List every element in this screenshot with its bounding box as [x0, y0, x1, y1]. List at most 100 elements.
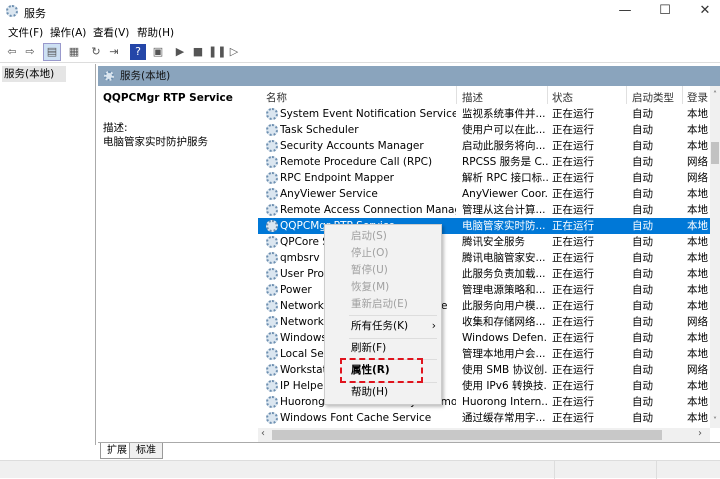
- service-gear-icon: [266, 396, 278, 408]
- tree-pane: 服务(本地): [0, 64, 96, 445]
- service-logon: 本地: [687, 300, 708, 312]
- service-gear-icon: [266, 300, 278, 312]
- service-description: 监视系统事件并...: [462, 108, 546, 120]
- help-icon[interactable]: ?: [130, 44, 146, 60]
- service-status: 正在运行: [552, 348, 594, 360]
- menu-item-pause[interactable]: 暂停(U): [351, 262, 436, 278]
- menu-action[interactable]: 操作(A): [50, 25, 86, 40]
- service-name: Remote Access Connection Manager: [280, 204, 456, 216]
- description-pane: QQPCMgr RTP Service 描述: 电脑管家实时防护服务: [98, 86, 258, 441]
- service-name: AnyViewer Service: [280, 188, 378, 200]
- service-status: 正在运行: [552, 204, 594, 216]
- console-icon[interactable]: ▣: [150, 44, 166, 60]
- menu-item-resume[interactable]: 恢复(M): [351, 279, 436, 295]
- service-gear-icon: [266, 188, 278, 200]
- panel-header: 服务(本地): [98, 66, 720, 86]
- properties-icon[interactable]: ▦: [66, 44, 82, 60]
- service-logon: 本地: [687, 396, 708, 408]
- tab-standard[interactable]: 标准: [129, 443, 163, 459]
- service-name: Remote Procedure Call (RPC): [280, 156, 433, 168]
- menu-bar: 文件(F) 操作(A) 查看(V) 帮助(H): [0, 22, 720, 41]
- menu-item-help[interactable]: 帮助(H): [351, 384, 436, 400]
- service-logon: 本地: [687, 332, 708, 344]
- column-header-name[interactable]: 名称: [266, 90, 287, 105]
- minimize-button[interactable]: —: [610, 2, 640, 20]
- show-tree-icon[interactable]: ▤: [43, 43, 61, 61]
- column-header-description[interactable]: 描述: [462, 90, 483, 105]
- service-description: 管理电源策略和...: [462, 284, 546, 296]
- close-button[interactable]: ✕: [690, 2, 720, 20]
- menu-item-refresh[interactable]: 刷新(F): [351, 340, 436, 356]
- refresh-icon[interactable]: ↻: [88, 44, 104, 60]
- service-status: 正在运行: [552, 380, 594, 392]
- services-gear-icon: [104, 71, 114, 81]
- table-row[interactable]: System Event Notification Service 监视系统事件并…: [258, 106, 710, 122]
- table-row[interactable]: Remote Procedure Call (RPC) RPCSS 服务是 C..…: [258, 154, 710, 170]
- table-row[interactable]: AnyViewer Service AnyViewer Coor... 正在运行 自动…: [258, 186, 710, 202]
- menu-help[interactable]: 帮助(H): [137, 25, 174, 40]
- service-logon: 本地: [687, 220, 708, 232]
- service-description: 使用 SMB 协议创...: [462, 364, 548, 376]
- column-header-logon[interactable]: 登录: [687, 90, 709, 105]
- service-description: RPCSS 服务是 C...: [462, 156, 548, 168]
- service-logon: 本地: [687, 188, 708, 200]
- tree-item-services-local[interactable]: 服务(本地): [2, 66, 66, 82]
- service-status: 正在运行: [552, 156, 594, 168]
- submenu-arrow-icon: ›: [431, 320, 436, 332]
- vertical-scrollbar[interactable]: ˄ ˅: [710, 86, 720, 428]
- service-name: Task Scheduler: [280, 124, 359, 136]
- forward-icon[interactable]: ⇨: [22, 44, 38, 60]
- table-row[interactable]: RPC Endpoint Mapper 解析 RPC 接口标... 正在运行 自动 网络: [258, 170, 710, 186]
- service-gear-icon: [266, 140, 278, 152]
- view-tabs: 扩展 标准: [98, 442, 720, 460]
- table-row[interactable]: Remote Access Connection Manager 管理从这台计算.…: [258, 202, 710, 218]
- service-description: 管理从这台计算...: [462, 204, 546, 216]
- table-row[interactable]: Task Scheduler 使用户可以在此... 正在运行 自动 本地: [258, 122, 710, 138]
- service-gear-icon: [266, 236, 278, 248]
- back-icon[interactable]: ⇦: [4, 44, 20, 60]
- scroll-thumb[interactable]: [272, 430, 662, 440]
- description-label: 描述:: [103, 122, 128, 134]
- menu-file[interactable]: 文件(F): [8, 25, 43, 40]
- service-status: 正在运行: [552, 364, 594, 376]
- status-bar: [0, 460, 720, 479]
- service-status: 正在运行: [552, 140, 594, 152]
- service-gear-icon: [266, 204, 278, 216]
- start-icon[interactable]: ▶: [172, 44, 188, 60]
- menu-view[interactable]: 查看(V): [93, 25, 129, 40]
- menu-item-restart[interactable]: 重新启动(E): [351, 296, 436, 312]
- service-startup-type: 自动: [632, 284, 653, 296]
- menu-item-all-tasks[interactable]: 所有任务(K) ›: [351, 318, 436, 334]
- column-header-status[interactable]: 状态: [552, 90, 573, 105]
- service-startup-type: 自动: [632, 364, 653, 376]
- service-logon: 网络: [687, 156, 708, 168]
- stop-icon[interactable]: ■: [190, 44, 206, 60]
- scroll-thumb[interactable]: [711, 142, 719, 164]
- service-description: 腾讯安全服务: [462, 236, 525, 248]
- service-status: 正在运行: [552, 316, 594, 328]
- service-gear-icon: [266, 124, 278, 136]
- service-status: 正在运行: [552, 252, 594, 264]
- table-row[interactable]: Security Accounts Manager 启动此服务将向... 正在运行 自…: [258, 138, 710, 154]
- service-description: 使用 IPv6 转换技...: [462, 380, 548, 392]
- pause-icon[interactable]: ❚❚: [208, 44, 226, 60]
- service-startup-type: 自动: [632, 172, 653, 184]
- service-startup-type: 自动: [632, 188, 653, 200]
- service-gear-icon: [266, 220, 278, 232]
- column-header-startup-type[interactable]: 启动类型: [632, 90, 674, 105]
- menu-item-stop[interactable]: 停止(O): [351, 245, 436, 261]
- service-logon: 网络: [687, 316, 708, 328]
- export-icon[interactable]: ⇥: [106, 44, 122, 60]
- horizontal-scrollbar[interactable]: ‹ ›: [258, 428, 710, 442]
- service-name: RPC Endpoint Mapper: [280, 172, 394, 184]
- resume-icon[interactable]: ▷: [226, 44, 242, 60]
- service-description: Huorong Intern...: [462, 396, 548, 408]
- service-name: System Event Notification Service: [280, 108, 456, 120]
- service-gear-icon: [266, 316, 278, 328]
- table-row[interactable]: Windows Font Cache Service 通过缓存常用字... 正在运行…: [258, 410, 710, 426]
- menu-item-start[interactable]: 启动(S): [351, 228, 436, 244]
- maximize-button[interactable]: ☐: [650, 2, 680, 20]
- service-gear-icon: [266, 108, 278, 120]
- service-logon: 本地: [687, 124, 708, 136]
- service-startup-type: 自动: [632, 348, 653, 360]
